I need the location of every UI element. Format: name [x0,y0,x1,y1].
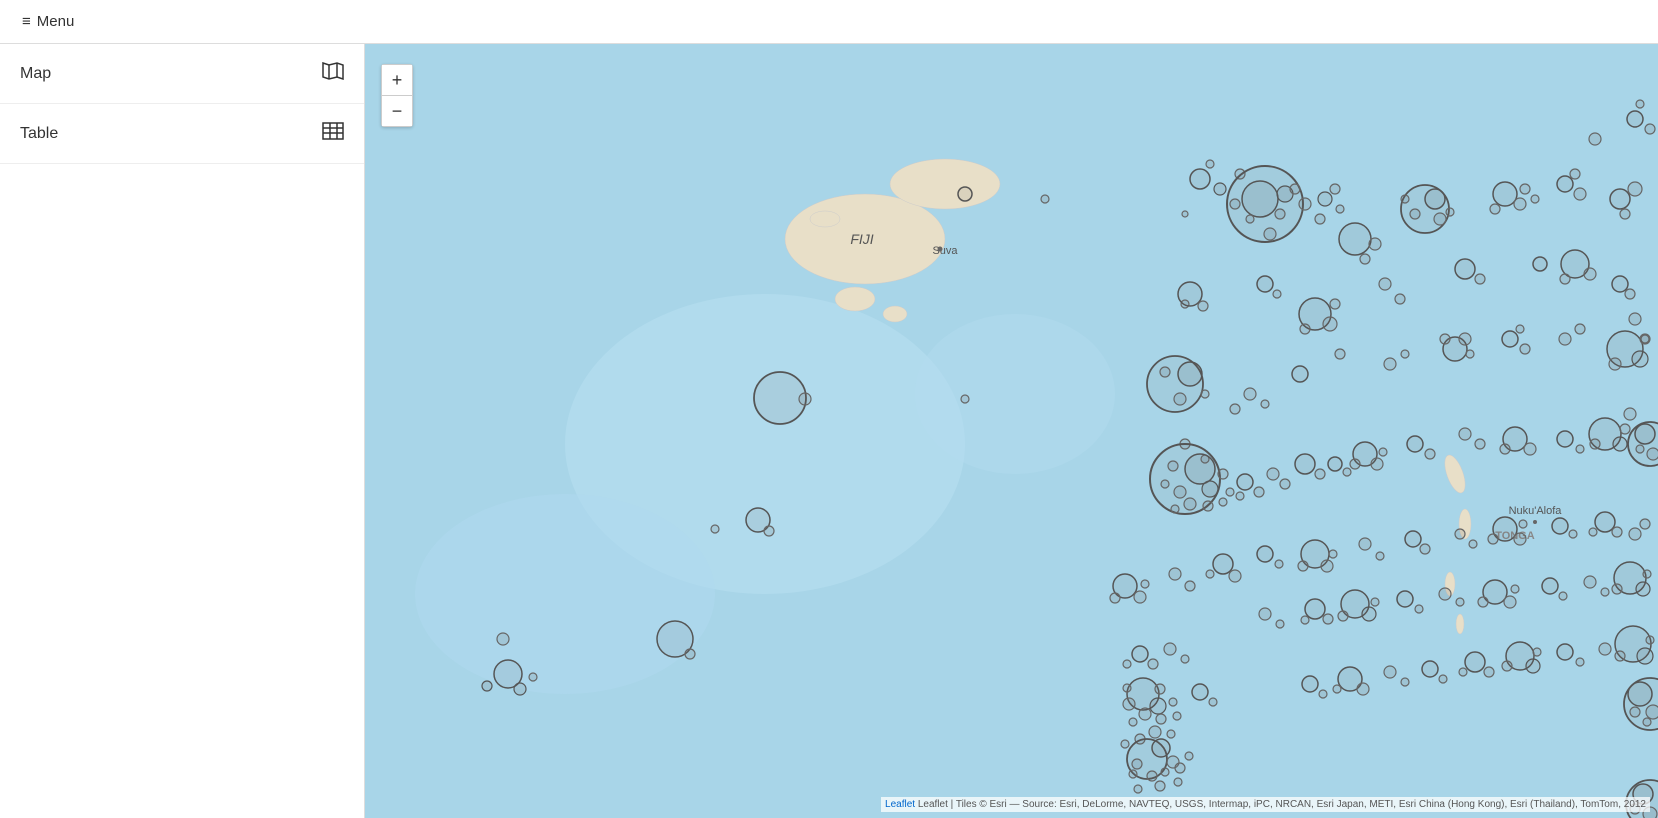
menu-bar: ≡ Menu [0,0,1658,44]
zoom-in-button[interactable]: + [382,65,412,95]
leaflet-link[interactable]: Leaflet [885,799,915,810]
zoom-controls: + − [381,64,413,127]
map-background: FIJI Suva Nuku'Alofa TONGA [365,44,1658,818]
zoom-out-button[interactable]: − [382,96,412,126]
map-container[interactable]: FIJI Suva Nuku'Alofa TONGA [365,44,1658,818]
map-icon [322,62,344,85]
sidebar-map-label: Map [20,65,51,83]
main-content: Map Table [0,44,1658,818]
menu-button[interactable]: ≡ Menu [12,7,84,36]
sidebar-item-table[interactable]: Table [0,104,364,164]
svg-text:FIJI: FIJI [850,231,873,247]
svg-text:Nuku'Alofa: Nuku'Alofa [1509,505,1563,517]
table-icon [322,122,344,145]
sidebar-table-label: Table [20,125,58,143]
sidebar-item-map[interactable]: Map [0,44,364,104]
svg-text:Suva: Suva [932,245,958,257]
attribution-text: Leaflet | Tiles © Esri — Source: Esri, D… [918,799,1646,810]
sidebar: Map Table [0,44,365,818]
map-attribution: Leaflet Leaflet | Tiles © Esri — Source:… [881,797,1650,812]
menu-label: Menu [37,13,75,30]
hamburger-icon: ≡ [22,13,31,30]
